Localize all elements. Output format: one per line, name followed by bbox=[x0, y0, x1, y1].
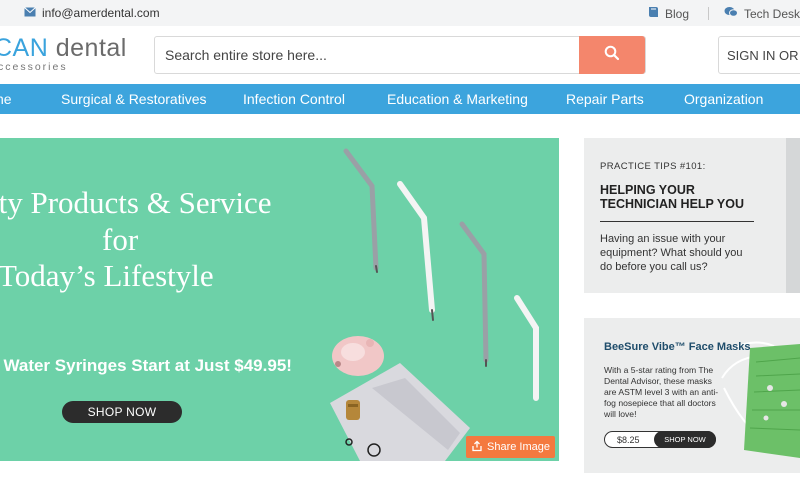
masks-price: $8.25 bbox=[617, 435, 640, 445]
masks-body: With a 5-star rating from The Dental Adv… bbox=[604, 365, 719, 419]
logo-brand: CAN bbox=[0, 34, 49, 62]
tech-desk-link[interactable]: Tech Desk bbox=[724, 6, 800, 21]
masks-price-pill: $8.25 SHOP NOW bbox=[604, 431, 716, 448]
site-logo[interactable]: CAN dental ccessories bbox=[0, 34, 140, 74]
tips-kicker: PRACTICE TIPS #101: bbox=[600, 161, 706, 172]
hero-price-line: / Water Syringes Start at Just $49.95! bbox=[0, 356, 292, 375]
share-label: Share Image bbox=[487, 441, 550, 453]
hero-headline-2: for bbox=[102, 222, 139, 257]
nav-item-home[interactable]: ne bbox=[0, 91, 12, 107]
search-bar bbox=[154, 36, 646, 74]
share-image-button[interactable]: Share Image bbox=[466, 436, 555, 458]
blog-label: Blog bbox=[665, 6, 690, 21]
search-button[interactable] bbox=[579, 36, 645, 74]
top-bar: info@amerdental.com Blog Tech Desk bbox=[0, 0, 800, 26]
nav-item-education[interactable]: Education & Marketing bbox=[387, 91, 528, 107]
logo-word: dental bbox=[55, 34, 127, 62]
email-link[interactable]: info@amerdental.com bbox=[24, 6, 160, 20]
nav-item-surgical[interactable]: Surgical & Restoratives bbox=[61, 91, 207, 107]
logo-subtitle: ccessories bbox=[0, 61, 68, 73]
nav-item-organization[interactable]: Organization bbox=[684, 91, 763, 107]
search-input[interactable] bbox=[155, 37, 581, 73]
blog-link[interactable]: Blog bbox=[648, 6, 689, 21]
share-icon bbox=[471, 440, 483, 455]
nav-item-infection-control[interactable]: Infection Control bbox=[243, 91, 345, 107]
tips-divider bbox=[600, 221, 754, 222]
search-icon bbox=[604, 45, 620, 66]
sign-in-button[interactable]: SIGN IN OR REGISTER bbox=[718, 36, 800, 74]
nav-item-repair-parts[interactable]: Repair Parts bbox=[566, 91, 644, 107]
hero-shop-now-button[interactable]: SHOP NOW bbox=[62, 401, 182, 423]
masks-shop-now-button[interactable]: SHOP NOW bbox=[654, 431, 716, 448]
hero-headline-3: Today’s Lifestyle bbox=[0, 258, 214, 293]
practice-tips-card[interactable]: PRACTICE TIPS #101: HELPING YOUR TECHNIC… bbox=[584, 138, 800, 293]
tips-image-edge bbox=[786, 138, 800, 293]
face-masks-card[interactable]: BeeSure Vibe™ Face Masks With a 5-star r… bbox=[584, 318, 800, 473]
hero-headline-1: ity Products & Service bbox=[0, 185, 272, 220]
divider bbox=[708, 7, 709, 20]
book-icon bbox=[648, 6, 659, 21]
envelope-icon bbox=[24, 6, 36, 20]
tips-title: HELPING YOUR TECHNICIAN HELP YOU bbox=[600, 183, 745, 211]
main-nav: ne Surgical & Restoratives Infection Con… bbox=[0, 84, 800, 114]
email-text: info@amerdental.com bbox=[42, 6, 160, 20]
chat-icon bbox=[724, 6, 738, 21]
hero-banner[interactable]: ity Products & Service for Today’s Lifes… bbox=[0, 138, 559, 461]
tips-body: Having an issue with your equipment? Wha… bbox=[600, 233, 743, 273]
tech-desk-label: Tech Desk bbox=[744, 6, 800, 21]
masks-title: BeeSure Vibe™ Face Masks bbox=[604, 341, 751, 353]
